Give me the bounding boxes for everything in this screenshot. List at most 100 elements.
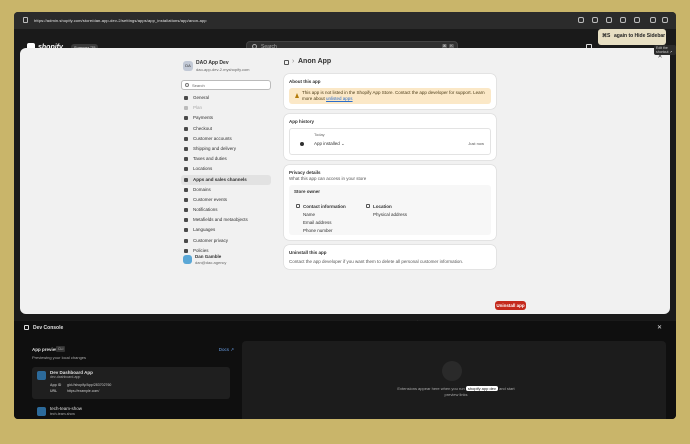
sidebar-item-general[interactable]: General [181, 93, 271, 103]
history-event[interactable]: App installed ⌄ [314, 141, 345, 147]
lock-icon [23, 17, 28, 23]
app-url-value[interactable]: https://example.com/ [67, 389, 99, 393]
extension-handle: tech-team-show [50, 412, 75, 416]
settings-icon[interactable] [634, 17, 640, 23]
docs-link[interactable]: Docs ↗ [219, 347, 234, 353]
sidebar-item-plan[interactable]: Plan [181, 103, 271, 113]
store-owner-panel: Store owner Contact information Name Ema… [289, 185, 491, 235]
browser-url-bar[interactable]: https://admin.shopify.com/store/dan-app-… [14, 12, 676, 29]
app-url-row: URLhttps://example.com/ [50, 389, 57, 393]
sidebar-item-languages[interactable]: Languages [181, 225, 271, 235]
app-id-value[interactable]: gid://shopify/App/283702760 [67, 383, 111, 387]
dev-console-title: Dev Console [33, 325, 63, 331]
history-timeline: Today App installed ⌄ Just now [289, 128, 491, 155]
store-avatar: DA [183, 61, 193, 71]
search-icon [185, 83, 189, 87]
apps-icon[interactable] [284, 60, 289, 65]
app-settings-modal: ✕ DA DAO App Dev dao-app-dev-2.myshopify… [20, 48, 670, 314]
location-heading: Location [373, 203, 407, 211]
payments-icon [184, 116, 188, 120]
contact-item: Name [303, 211, 346, 219]
screenshot-icon[interactable] [606, 17, 612, 23]
privacy-card: Privacy details What this app can access… [284, 165, 496, 240]
menu-icon[interactable] [662, 17, 668, 23]
sidebar-item-payments[interactable]: Payments [181, 113, 271, 123]
previewing-text: Previewing your local changes [32, 355, 86, 360]
url-text[interactable]: https://admin.shopify.com/store/dan-app-… [34, 18, 207, 23]
uninstall-card: Uninstall this app Contact the app devel… [284, 245, 496, 269]
user-profile[interactable]: Dan Gamble dan@dao.agency [181, 252, 271, 268]
uninstall-text: Contact the app developer if you want th… [289, 259, 491, 264]
events-icon [184, 198, 188, 202]
history-date: Today [314, 132, 325, 137]
breadcrumb-separator: › [292, 58, 294, 65]
store-url: dao-app-dev-2.myshopify.com [196, 67, 250, 72]
settings-nav: General Plan Payments Checkout Customer … [181, 93, 271, 256]
sidebar-item-locations[interactable]: Locations [181, 164, 271, 174]
tooltip-shortcut: ⌘S [602, 33, 610, 39]
console-icon [24, 325, 29, 330]
dev-console-header: Dev Console ✕ [14, 321, 676, 335]
timeline-dot-icon [300, 142, 304, 146]
cart-icon [184, 127, 188, 131]
unlisted-warning-banner: This app is not listed in the Shopify Ap… [289, 88, 491, 104]
truck-icon [184, 147, 188, 151]
link-icon[interactable] [578, 17, 584, 23]
extension-name: tech-team-show [50, 406, 82, 411]
store-name: DAO App Dev [196, 60, 229, 66]
sidebar-item-customer-accounts[interactable]: Customer accounts [181, 134, 271, 144]
sidebar-item-customer-events[interactable]: Customer events [181, 195, 271, 205]
store-header[interactable]: DA DAO App Dev dao-app-dev-2.myshopify.c… [181, 57, 271, 77]
cli-badge: CLI [56, 346, 65, 352]
person-icon [184, 137, 188, 141]
share-icon[interactable] [592, 17, 598, 23]
sidebar-item-domains[interactable]: Domains [181, 185, 271, 195]
extension-placeholder-icon [442, 361, 462, 381]
unlisted-apps-link[interactable]: unlisted apps [326, 96, 353, 101]
warning-icon [295, 93, 299, 98]
privacy-subtitle: What this app can access in your store [289, 176, 491, 181]
browser-window: https://admin.shopify.com/store/dan-app-… [14, 12, 676, 419]
sidebar-item-shipping[interactable]: Shipping and delivery [181, 144, 271, 154]
extension-icon [37, 407, 46, 416]
uninstall-app-button[interactable]: Uninstall app [495, 301, 526, 310]
extensions-icon[interactable] [620, 17, 626, 23]
location-column: Location Physical address [373, 203, 407, 219]
edit-shortcut-tip[interactable]: Edit the shortcut ↗ [654, 45, 676, 55]
contact-info-column: Contact information Name Email address P… [303, 203, 346, 235]
app-id-row: App IDgid://shopify/App/283702760 [50, 383, 61, 387]
hide-sidebar-tooltip: ⌘S again to Hide Sidebar [598, 29, 666, 45]
about-card: About this app This app is not listed in… [284, 74, 496, 109]
tooltip-text: again to Hide Sidebar [614, 33, 665, 39]
extension-item[interactable]: tech-team-show tech-team-show [32, 403, 230, 419]
extension-preview-area: Extensions appear here when you run shop… [242, 341, 666, 419]
settings-search-input[interactable]: Search [181, 80, 271, 90]
about-heading: About this app [289, 79, 491, 84]
location-icon [366, 204, 370, 208]
user-email: dan@dao.agency [195, 260, 226, 265]
close-tab-icon[interactable] [650, 17, 656, 23]
lock-icon [184, 239, 188, 243]
globe-icon [184, 188, 188, 192]
breadcrumb: › Anon App [284, 57, 496, 69]
sidebar-item-customer-privacy[interactable]: Customer privacy [181, 236, 271, 246]
app-preview-panel: App preview CLI Docs ↗ Previewing your l… [26, 341, 236, 419]
app-detail-content: › Anon App About this app This app is no… [284, 57, 496, 269]
tax-icon [184, 157, 188, 161]
dev-console-panel: Dev Console ✕ App preview CLI Docs ↗ Pre… [14, 321, 676, 419]
sidebar-item-metafields[interactable]: Metafields and metaobjects [181, 215, 271, 225]
extension-preview-text: Extensions appear here when you run shop… [396, 386, 516, 398]
bell-icon [184, 208, 188, 212]
app-preview-title: App preview [32, 347, 59, 352]
page-title: Anon App [298, 58, 331, 65]
sidebar-item-taxes[interactable]: Taxes and duties [181, 154, 271, 164]
dev-app-card[interactable]: Dev Dashboard App dev-dashboard-app App … [32, 367, 230, 399]
sidebar-item-apps[interactable]: Apps and sales channels [181, 175, 271, 185]
plan-icon [184, 106, 188, 110]
history-time: Just now [468, 141, 484, 146]
sidebar-item-checkout[interactable]: Checkout [181, 124, 271, 134]
sidebar-item-notifications[interactable]: Notifications [181, 205, 271, 215]
apps-icon [184, 178, 188, 182]
app-history-card: App history Today App installed ⌄ Just n… [284, 114, 496, 160]
close-icon[interactable]: ✕ [657, 324, 662, 331]
